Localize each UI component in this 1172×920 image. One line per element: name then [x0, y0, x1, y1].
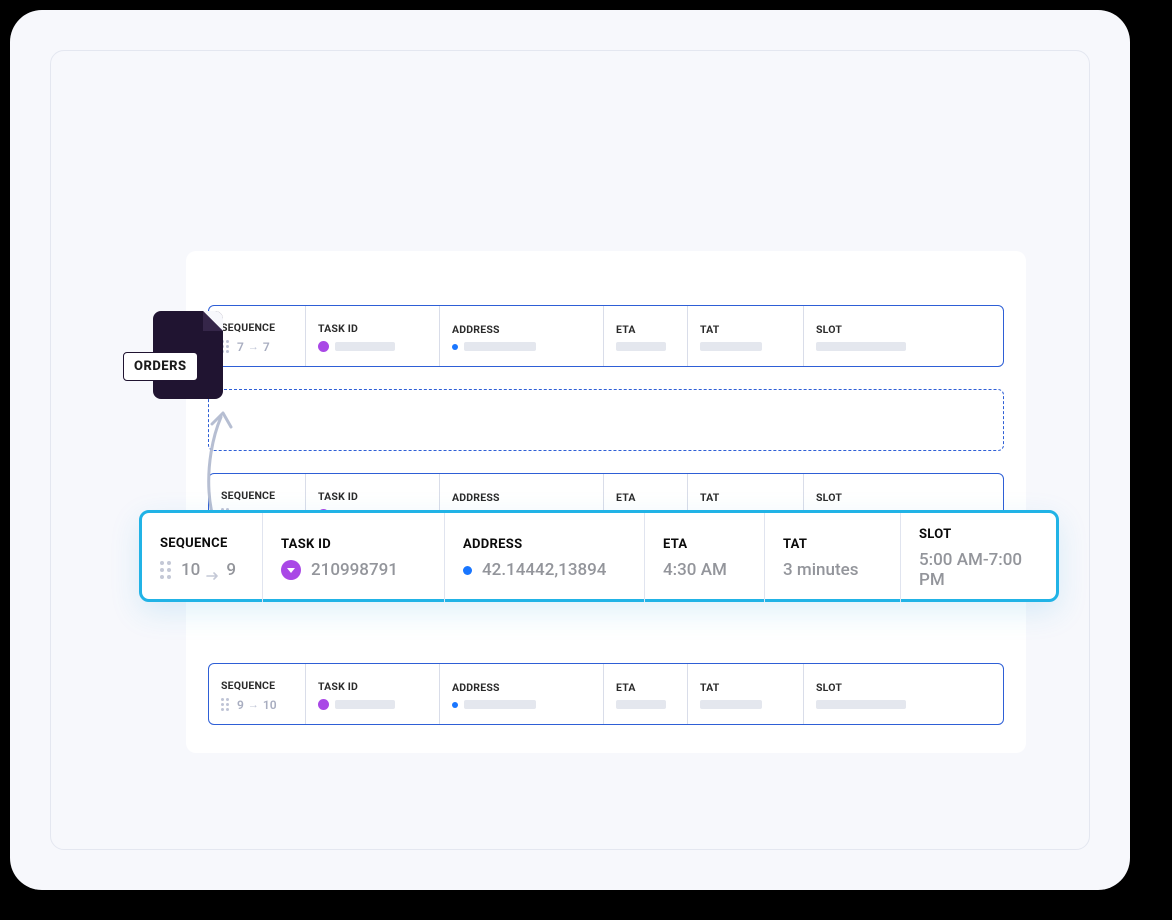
table-row[interactable]: SEQUENCE 7 → 7 TASK ID [208, 305, 1004, 367]
col-task-id: TASK ID [281, 537, 426, 552]
drag-handle-icon[interactable] [221, 698, 229, 711]
cell-slot: SLOT [803, 306, 1003, 366]
location-dot-icon [463, 566, 472, 575]
cell-sequence: SEQUENCE 10 9 [142, 513, 262, 602]
col-tat: TAT [700, 323, 793, 336]
tat-value: 3 minutes [783, 560, 858, 580]
eta-value: 4:30 AM [663, 560, 727, 580]
app-card: ORDERS SEQUENCE 7 → 7 [10, 10, 1130, 890]
dragging-row-container: SEQUENCE 10 9 TASK ID 210998791 [139, 510, 1059, 602]
placeholder [335, 342, 395, 351]
cell-task-id: TASK ID [305, 306, 439, 366]
cell-tat: TAT [687, 664, 803, 724]
placeholder [700, 342, 762, 351]
cell-task-id: TASK ID [305, 664, 439, 724]
cell-address: ADDRESS [439, 306, 603, 366]
col-slot: SLOT [919, 527, 1038, 542]
active-dragging-row[interactable]: SEQUENCE 10 9 TASK ID 210998791 [139, 510, 1059, 602]
cell-eta: ETA [603, 306, 687, 366]
cell-task-id: TASK ID 210998791 [262, 513, 444, 602]
col-sequence: SEQUENCE [221, 321, 295, 334]
seq-from: 10 [181, 560, 200, 580]
task-id-value: 210998791 [311, 560, 398, 580]
cell-eta: ETA [603, 664, 687, 724]
cell-tat: TAT 3 minutes [764, 513, 900, 602]
placeholder [700, 700, 762, 709]
seq-from: 7 [237, 340, 244, 354]
drag-handle-icon[interactable] [160, 561, 171, 579]
col-eta: ETA [663, 537, 746, 552]
status-dropdown-icon[interactable] [281, 560, 301, 580]
cell-eta: ETA 4:30 AM [644, 513, 764, 602]
cell-slot: SLOT [803, 664, 1003, 724]
cell-address: ADDRESS [439, 664, 603, 724]
placeholder [616, 342, 666, 351]
col-slot: SLOT [816, 323, 993, 336]
slot-value: 5:00 AM-7:00 PM [919, 550, 1038, 590]
placeholder [464, 342, 536, 351]
col-task-id: TASK ID [318, 322, 429, 335]
cell-sequence: SEQUENCE 7 → 7 [209, 306, 305, 366]
content-panel: ORDERS SEQUENCE 7 → 7 [50, 50, 1090, 850]
cell-tat: TAT [687, 306, 803, 366]
col-eta: ETA [616, 323, 677, 336]
orders-file-tag: ORDERS [153, 311, 223, 399]
col-address: ADDRESS [452, 323, 593, 336]
cell-sequence: SEQUENCE 9 → 10 [209, 664, 305, 724]
placeholder [816, 342, 906, 351]
location-dot-icon [452, 702, 458, 708]
file-fold-icon [203, 311, 223, 331]
address-value: 42.14442,13894 [482, 560, 606, 580]
placeholder [335, 700, 395, 709]
col-sequence: SEQUENCE [160, 536, 244, 551]
arrow-right-icon [206, 571, 220, 581]
cell-slot: SLOT 5:00 AM-7:00 PM [900, 513, 1056, 602]
placeholder [464, 700, 536, 709]
col-tat: TAT [783, 537, 882, 552]
drop-zone[interactable] [208, 389, 1004, 451]
status-dot-icon [318, 341, 329, 352]
location-dot-icon [452, 344, 458, 350]
orders-table: SEQUENCE 7 → 7 TASK ID [186, 251, 1026, 753]
placeholder [816, 700, 906, 709]
col-address: ADDRESS [463, 537, 626, 552]
seq-to: 9 [226, 560, 236, 580]
arrow-right-icon: → [248, 698, 259, 711]
seq-to: 7 [263, 340, 270, 354]
status-dot-icon [318, 699, 329, 710]
placeholder [616, 700, 666, 709]
cell-address: ADDRESS 42.14442,13894 [444, 513, 644, 602]
arrow-right-icon: → [248, 340, 259, 353]
table-row[interactable]: SEQUENCE 9 → 10 TASK ID [208, 663, 1004, 725]
orders-label: ORDERS [123, 352, 198, 381]
